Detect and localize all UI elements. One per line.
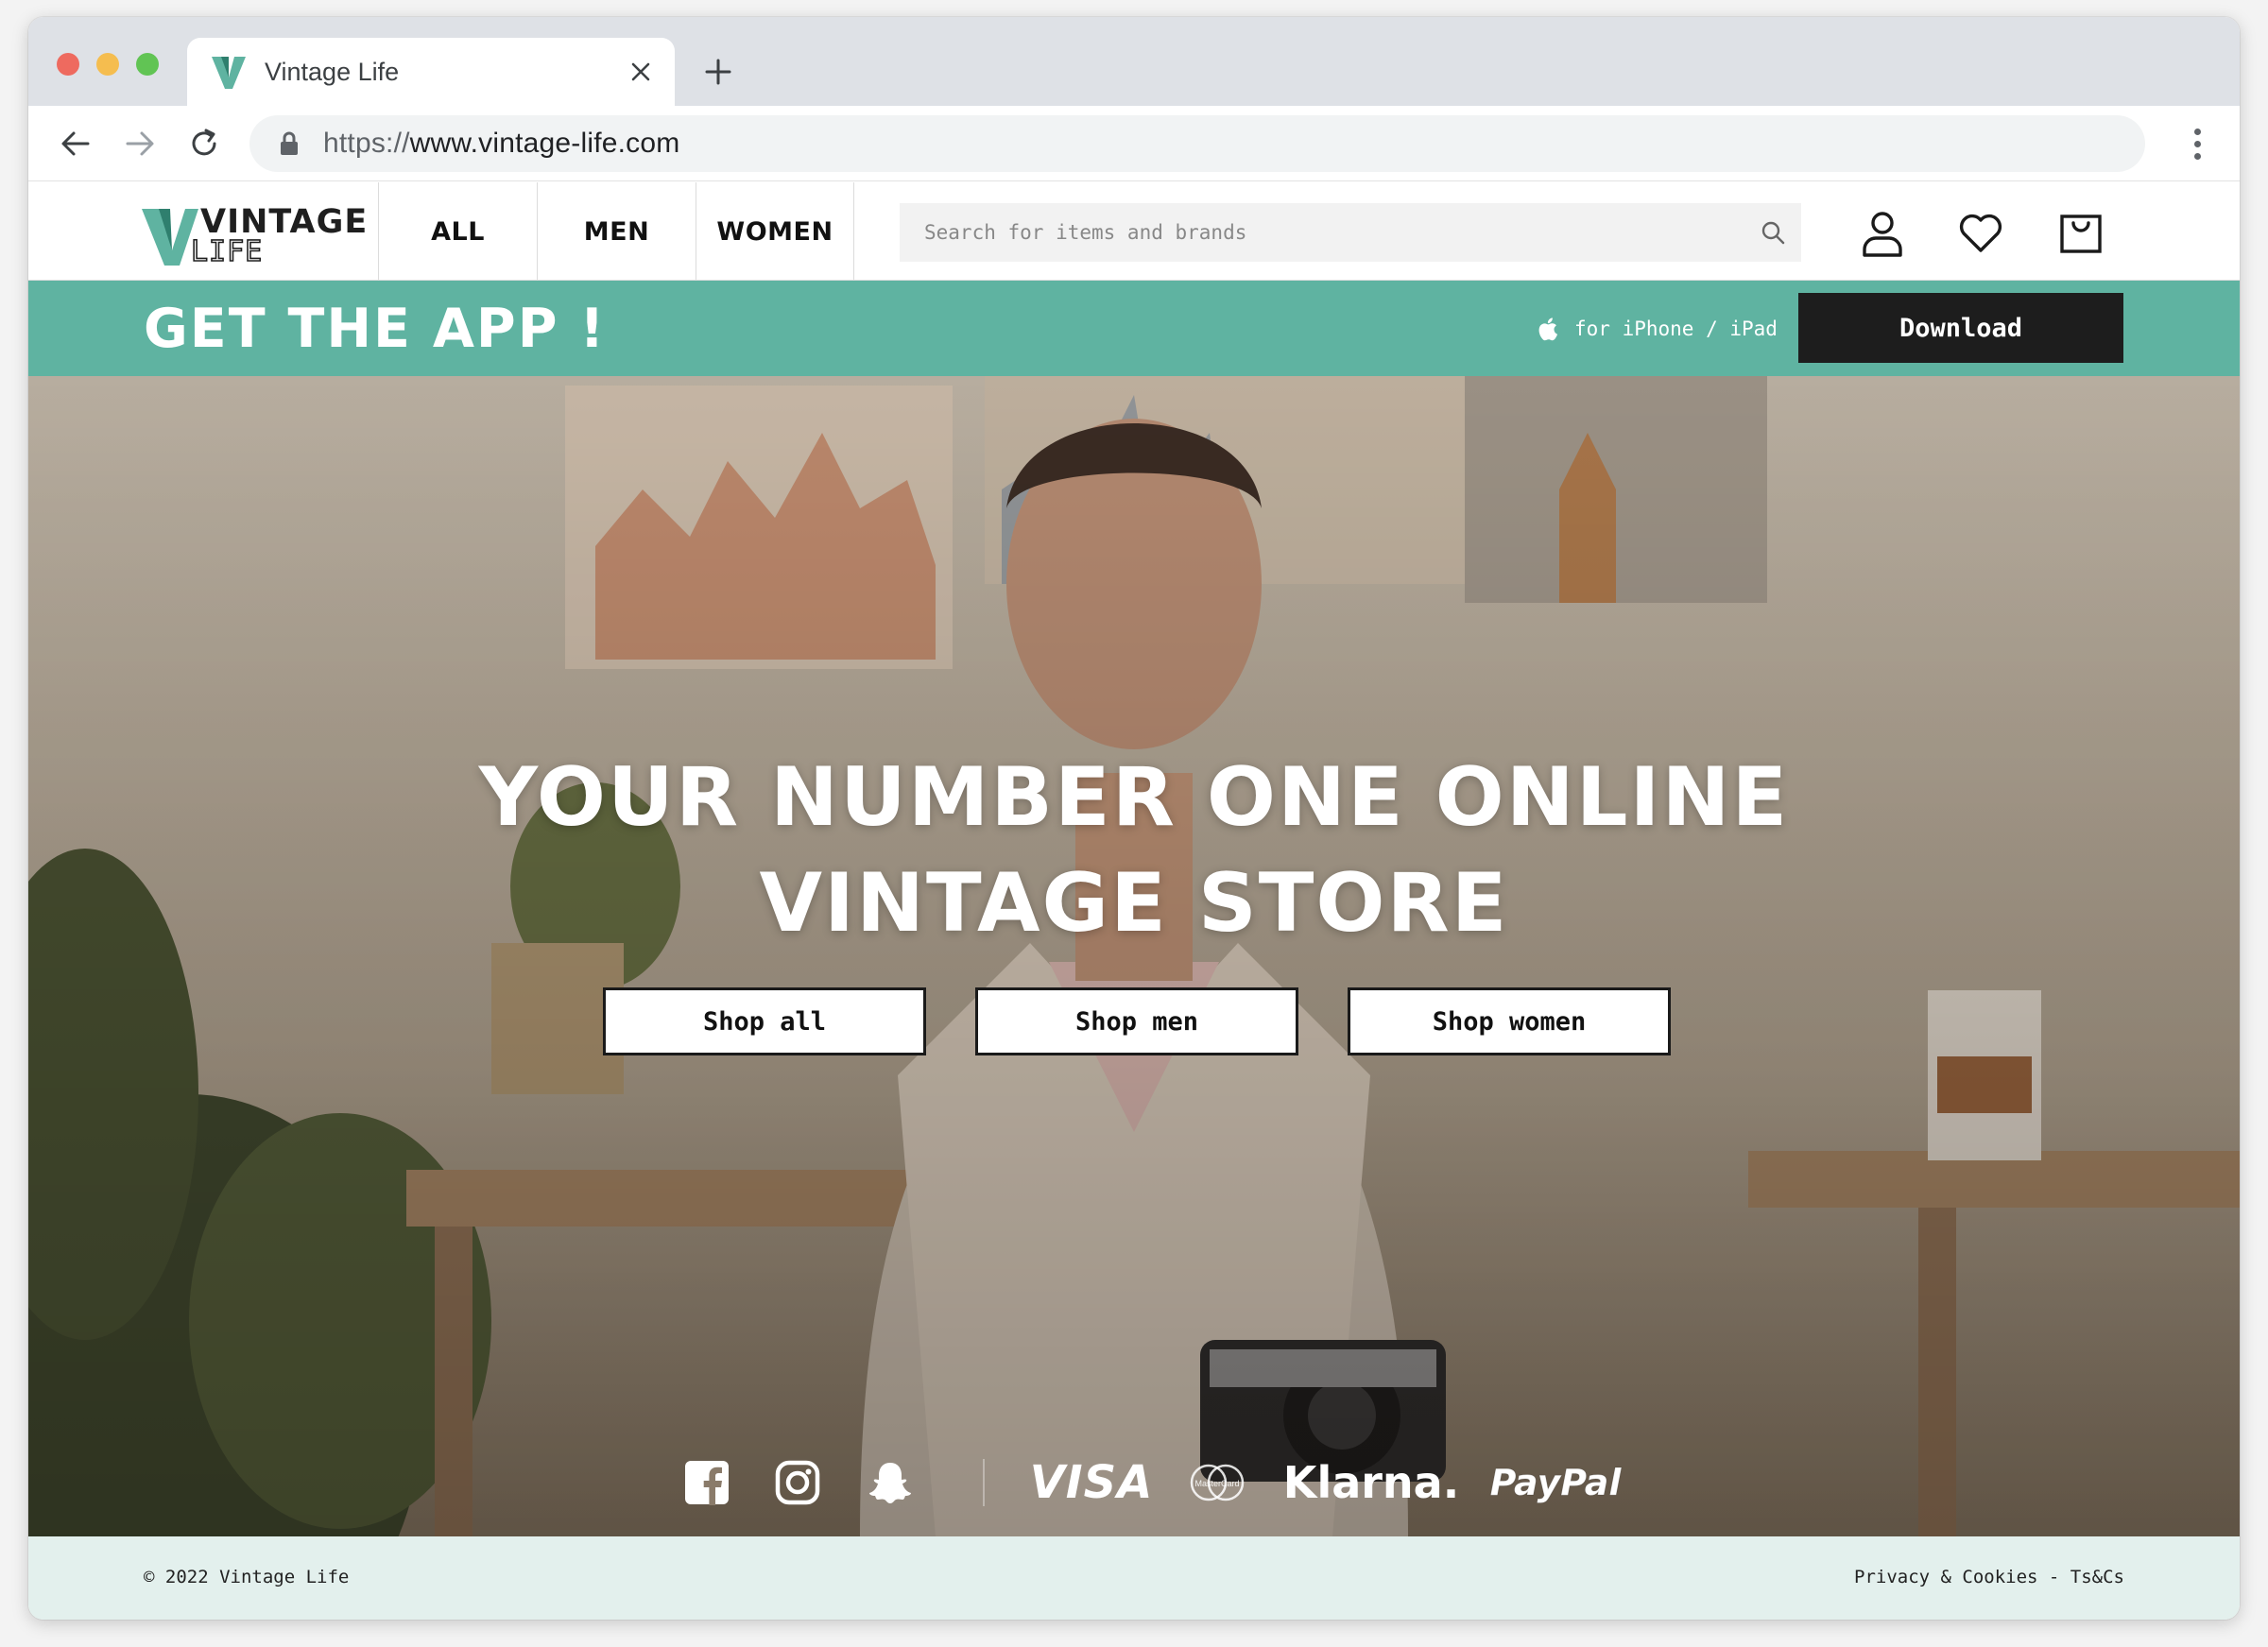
app-banner-title: GET THE APP ! <box>144 298 607 360</box>
search-input[interactable] <box>900 203 1744 262</box>
heart-icon[interactable] <box>1952 205 2009 262</box>
app-platform-text: for iPhone / iPad <box>1574 317 1778 340</box>
hero-background-image <box>28 376 2240 1536</box>
app-banner: GET THE APP ! for iPhone / iPad Download <box>28 281 2240 376</box>
close-tab-icon[interactable] <box>620 51 662 93</box>
vintage-life-logo[interactable]: VINTAGE LIFE <box>142 199 367 269</box>
nav-all[interactable]: ALL <box>378 182 537 281</box>
snapchat-icon[interactable] <box>864 1450 917 1516</box>
hero-cta-row: Shop all Shop men Shop women <box>603 987 1671 1055</box>
facebook-icon[interactable] <box>680 1450 733 1516</box>
forward-arrow-icon[interactable] <box>117 121 163 166</box>
shop-women-button[interactable]: Shop women <box>1348 987 1671 1055</box>
mastercard-wordmark: MasterCard <box>1194 1479 1239 1488</box>
site-footer: © 2022 Vintage Life Privacy & Cookies - … <box>28 1536 2240 1620</box>
paypal-logo: PayPal <box>1489 1462 1622 1504</box>
browser-menu-icon[interactable] <box>2183 123 2211 164</box>
hero-title-line-1: YOUR NUMBER ONE ONLINE <box>478 750 1790 845</box>
hero-section: YOUR NUMBER ONE ONLINE VINTAGE STORE Sho… <box>28 376 2240 1536</box>
site-header: VINTAGE LIFE ALL MEN WOMEN <box>28 182 2240 281</box>
browser-toolbar: https://www.vintage-life.com <box>28 106 2240 181</box>
search-icon[interactable] <box>1744 203 1801 262</box>
nav-men[interactable]: MEN <box>537 182 696 281</box>
user-icon[interactable] <box>1854 205 1911 262</box>
download-app-button[interactable]: Download <box>1798 293 2123 363</box>
visa-logo: VISA <box>1029 1456 1154 1509</box>
app-platform-label: for iPhone / iPad <box>1537 315 1778 343</box>
shopping-bag-icon[interactable] <box>2053 205 2109 262</box>
back-arrow-icon[interactable] <box>53 121 98 166</box>
maximize-window-button[interactable] <box>136 53 159 76</box>
minimize-window-button[interactable] <box>96 53 119 76</box>
reload-icon[interactable] <box>181 121 227 166</box>
logo-text-bottom: LIFE <box>190 234 264 269</box>
privacy-terms-link[interactable]: Privacy & Cookies - Ts&Cs <box>1854 1567 2124 1587</box>
instagram-icon[interactable] <box>771 1450 824 1516</box>
category-nav: ALL MEN WOMEN <box>378 182 854 281</box>
browser-tab[interactable]: Vintage Life <box>187 38 675 106</box>
nav-women[interactable]: WOMEN <box>696 182 854 281</box>
shop-all-button[interactable]: Shop all <box>603 987 926 1055</box>
vintage-life-favicon-icon <box>210 53 248 91</box>
address-bar[interactable]: https://www.vintage-life.com <box>249 115 2145 172</box>
copyright-text: © 2022 Vintage Life <box>144 1567 350 1587</box>
url-text: https://www.vintage-life.com <box>323 128 680 159</box>
icon-divider <box>983 1459 985 1506</box>
hero-title-line-2: VINTAGE STORE <box>759 856 1509 951</box>
hero-title: YOUR NUMBER ONE ONLINE VINTAGE STORE <box>28 745 2240 956</box>
klarna-logo: Klarna. <box>1282 1457 1460 1508</box>
close-window-button[interactable] <box>57 53 79 76</box>
mastercard-logo: MasterCard <box>1185 1450 1249 1516</box>
shop-men-button[interactable]: Shop men <box>975 987 1298 1055</box>
search-bar <box>900 203 1801 262</box>
new-tab-icon[interactable] <box>697 51 739 93</box>
tab-title: Vintage Life <box>265 57 400 86</box>
apple-icon <box>1538 317 1558 341</box>
social-and-payment-icons: VISA MasterCard Klarna. PayPal <box>680 1450 1625 1516</box>
lock-icon <box>278 130 301 157</box>
browser-window: Vintage Life https://www.vintage-life.co… <box>28 17 2240 1620</box>
tab-strip: Vintage Life <box>28 17 2240 106</box>
